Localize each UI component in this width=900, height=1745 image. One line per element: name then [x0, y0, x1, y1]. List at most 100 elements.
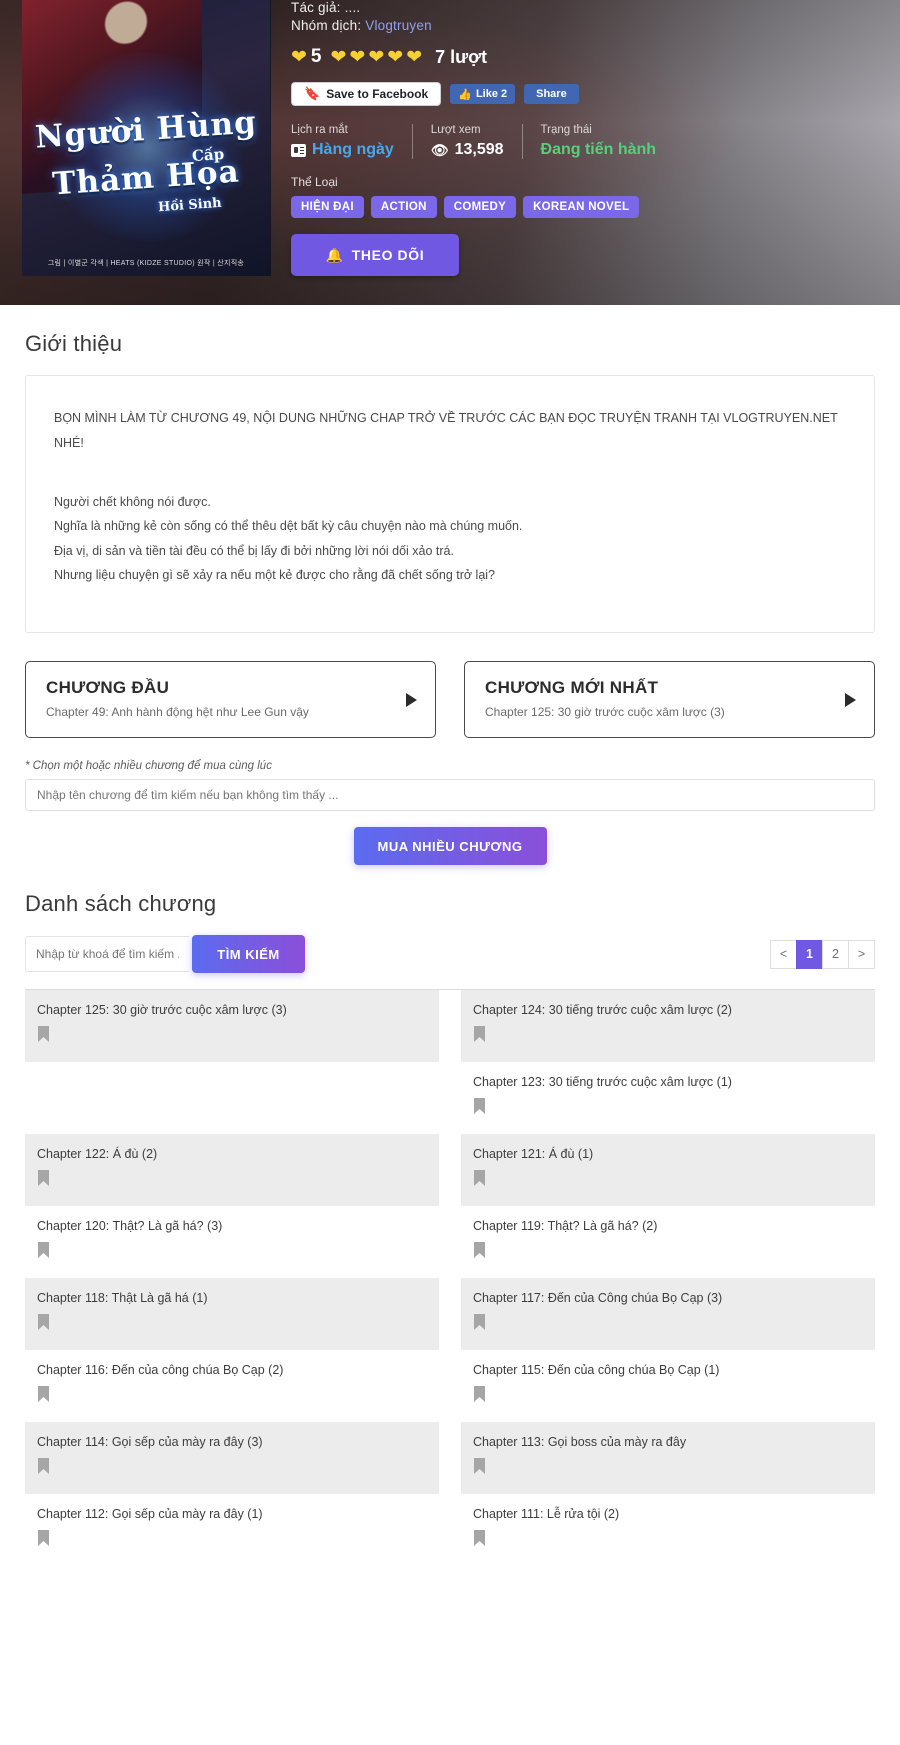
- pagination-page-2[interactable]: 2: [822, 939, 849, 969]
- stat-value-wrap: 👁 13,598: [431, 141, 504, 159]
- genre-list: HIỆN ĐẠI ACTION COMEDY KOREAN NOVEL: [291, 196, 878, 218]
- buy-hint: * Chọn một hoặc nhiều chương để mua cùng…: [25, 760, 272, 772]
- genre-tag[interactable]: ACTION: [370, 196, 437, 218]
- team-label: Nhóm dịch:: [291, 18, 366, 33]
- chapter-item-name: Chapter 123: 30 tiếng trước cuộc xâm lượ…: [473, 1075, 732, 1089]
- facebook-share-label: Share: [536, 88, 567, 100]
- eye-icon: 👁: [430, 141, 449, 158]
- pagination-page-1[interactable]: 1: [796, 939, 823, 969]
- chapter-item[interactable]: Chapter 123: 30 tiếng trước cuộc xâm lượ…: [461, 1062, 875, 1134]
- chapter-item[interactable]: Chapter 113: Gọi boss của mày ra đây: [461, 1422, 875, 1494]
- heart-icon[interactable]: ❤: [368, 48, 384, 67]
- stat-caption: Trạng thái: [540, 124, 592, 136]
- bookmark-icon[interactable]: [37, 1385, 50, 1403]
- save-to-facebook-button[interactable]: 🔖 Save to Facebook: [291, 82, 442, 106]
- pagination-next[interactable]: >: [848, 939, 875, 969]
- follow-button-label: THEO DÕI: [351, 247, 425, 263]
- stat-value: 13,598: [454, 141, 504, 158]
- chapter-item[interactable]: Chapter 116: Đến của công chúa Bọ Cạp (2…: [25, 1350, 439, 1422]
- stat-value: Đang tiến hành: [540, 141, 657, 158]
- chapter-search-button[interactable]: TÌM KIẾM: [192, 935, 305, 973]
- bookmark-icon[interactable]: [37, 1241, 50, 1259]
- bookmark-icon[interactable]: [37, 1313, 50, 1331]
- team-line: Nhóm dịch: Vlogtruyen: [291, 18, 878, 33]
- chapter-item[interactable]: Chapter 111: Lễ rửa tội (2): [461, 1494, 875, 1566]
- facebook-like-label: Like 2: [475, 88, 508, 100]
- bookmark-icon[interactable]: [473, 1025, 486, 1043]
- bookmark-icon[interactable]: [37, 1169, 50, 1187]
- hero-info: Tác giả: .... Nhóm dịch: Vlogtruyen ❤ 5 …: [271, 0, 878, 305]
- chapter-item[interactable]: Chapter 118: Thật Là gã há (1): [25, 1278, 439, 1350]
- chapter-item[interactable]: Chapter 114: Gọi sếp của mày ra đây (3): [25, 1422, 439, 1494]
- bookmark-icon[interactable]: [37, 1529, 50, 1547]
- chapter-item[interactable]: Chapter 119: Thật? Là gã há? (2): [461, 1206, 875, 1278]
- chapter-search-group: TÌM KIẾM: [25, 935, 305, 973]
- chapter-item-placeholder: [25, 1062, 439, 1134]
- bookmark-icon[interactable]: [473, 1097, 486, 1115]
- chevron-right-icon: [845, 692, 856, 707]
- heart-icon[interactable]: ❤: [349, 48, 365, 67]
- bookmark-icon[interactable]: [37, 1025, 50, 1043]
- bookmark-icon[interactable]: [473, 1457, 486, 1475]
- facebook-share-button[interactable]: Share: [524, 84, 579, 104]
- bookmark-icon: 🔖: [304, 86, 321, 101]
- rating-row[interactable]: ❤ 5 ❤ ❤ ❤ ❤ ❤ 7 lượt: [291, 46, 878, 68]
- heart-icon[interactable]: ❤: [406, 48, 422, 67]
- author-label: Tác giả:: [291, 0, 345, 15]
- buy-multiple-chapters-button[interactable]: MUA NHIỀU CHƯƠNG: [353, 827, 547, 865]
- chapter-item[interactable]: Chapter 115: Đến của công chúa Bọ Cạp (1…: [461, 1350, 875, 1422]
- chapter-item[interactable]: Chapter 120: Thật? Là gã há? (3): [25, 1206, 439, 1278]
- chapter-item-name: Chapter 116: Đến của công chúa Bọ Cạp (2…: [37, 1363, 284, 1377]
- follow-button[interactable]: 🔔 THEO DÕI: [291, 234, 459, 276]
- chapter-item-name: Chapter 124: 30 tiếng trước cuộc xâm lượ…: [473, 1003, 732, 1017]
- description-line: Nhưng liệu chuyện gì sẽ xảy ra nếu một k…: [54, 568, 496, 583]
- chapter-item-name: Chapter 118: Thật Là gã há (1): [37, 1291, 208, 1305]
- stat-value: Hàng ngày: [312, 141, 394, 158]
- cover-image[interactable]: Người Hùng Cấp Thảm Họa Hồi Sinh 그림 | 이별…: [22, 0, 271, 276]
- first-chapter-title: CHƯƠNG ĐẦU: [46, 678, 170, 697]
- chapter-item[interactable]: Chapter 122: Á đù (2): [25, 1134, 439, 1206]
- chapter-item-name: Chapter 122: Á đù (2): [37, 1147, 158, 1161]
- chapter-search-input[interactable]: [25, 936, 189, 972]
- chapter-item-name: Chapter 113: Gọi boss của mày ra đây: [473, 1435, 687, 1449]
- chapter-item[interactable]: Chapter 124: 30 tiếng trước cuộc xâm lượ…: [461, 990, 875, 1062]
- stat-value-wrap: Đang tiến hành: [541, 141, 657, 159]
- bookmark-icon[interactable]: [473, 1313, 486, 1331]
- genre-tag[interactable]: KOREAN NOVEL: [523, 196, 640, 218]
- chapter-item-name: Chapter 120: Thật? Là gã há? (3): [37, 1219, 223, 1233]
- pagination: < 1 2 >: [770, 939, 875, 969]
- chapter-item[interactable]: Chapter 112: Gọi sếp của mày ra đây (1): [25, 1494, 439, 1566]
- chapter-item[interactable]: Chapter 117: Đến của Công chúa Bọ Cạp (3…: [461, 1278, 875, 1350]
- chapter-item-name: Chapter 125: 30 giờ trước cuộc xâm lược …: [37, 1003, 287, 1017]
- latest-chapter-card[interactable]: CHƯƠNG MỚI NHẤT Chapter 125: 30 giờ trướ…: [464, 661, 875, 738]
- stats-row: Lịch ra mắt Hàng ngày Lượt xem 👁 13,598 …: [291, 124, 878, 159]
- chapter-item[interactable]: Chapter 121: Á đù (1): [461, 1134, 875, 1206]
- chevron-right-icon: [406, 692, 417, 707]
- bookmark-icon[interactable]: [473, 1529, 486, 1547]
- author-line: Tác giả: ....: [291, 0, 878, 15]
- bookmark-icon[interactable]: [37, 1457, 50, 1475]
- bell-icon: 🔔: [325, 246, 344, 263]
- facebook-like-button[interactable]: 👍 Like 2: [450, 84, 516, 104]
- chapter-item-name: Chapter 119: Thật? Là gã há? (2): [473, 1219, 658, 1233]
- thumbs-up-icon: 👍: [458, 88, 472, 101]
- pagination-prev[interactable]: <: [770, 939, 797, 969]
- stat-status: Trạng thái Đang tiến hành: [521, 124, 675, 159]
- heart-icon[interactable]: ❤: [387, 48, 403, 67]
- first-chapter-card[interactable]: CHƯƠNG ĐẦU Chapter 49: Anh hành động hệt…: [25, 661, 436, 738]
- chapter-item[interactable]: Chapter 125: 30 giờ trước cuộc xâm lược …: [25, 990, 439, 1062]
- bookmark-icon[interactable]: [473, 1241, 486, 1259]
- team-value[interactable]: Vlogtruyen: [365, 18, 432, 33]
- heart-icon[interactable]: ❤: [331, 48, 347, 67]
- bookmark-icon[interactable]: [473, 1385, 486, 1403]
- save-to-facebook-label: Save to Facebook: [326, 87, 429, 101]
- stat-release-schedule: Lịch ra mắt Hàng ngày: [291, 124, 412, 159]
- genre-tag[interactable]: COMEDY: [443, 196, 517, 218]
- chapter-list-controls: TÌM KIẾM < 1 2 >: [25, 935, 875, 990]
- bookmark-icon[interactable]: [473, 1169, 486, 1187]
- buy-chapter-search-input[interactable]: [25, 779, 875, 811]
- heart-icon[interactable]: ❤: [291, 48, 307, 67]
- genre-tag[interactable]: HIỆN ĐẠI: [291, 196, 364, 218]
- chapter-item-name: Chapter 112: Gọi sếp của mày ra đây (1): [37, 1507, 263, 1521]
- social-buttons: 🔖 Save to Facebook 👍 Like 2 Share: [291, 82, 878, 106]
